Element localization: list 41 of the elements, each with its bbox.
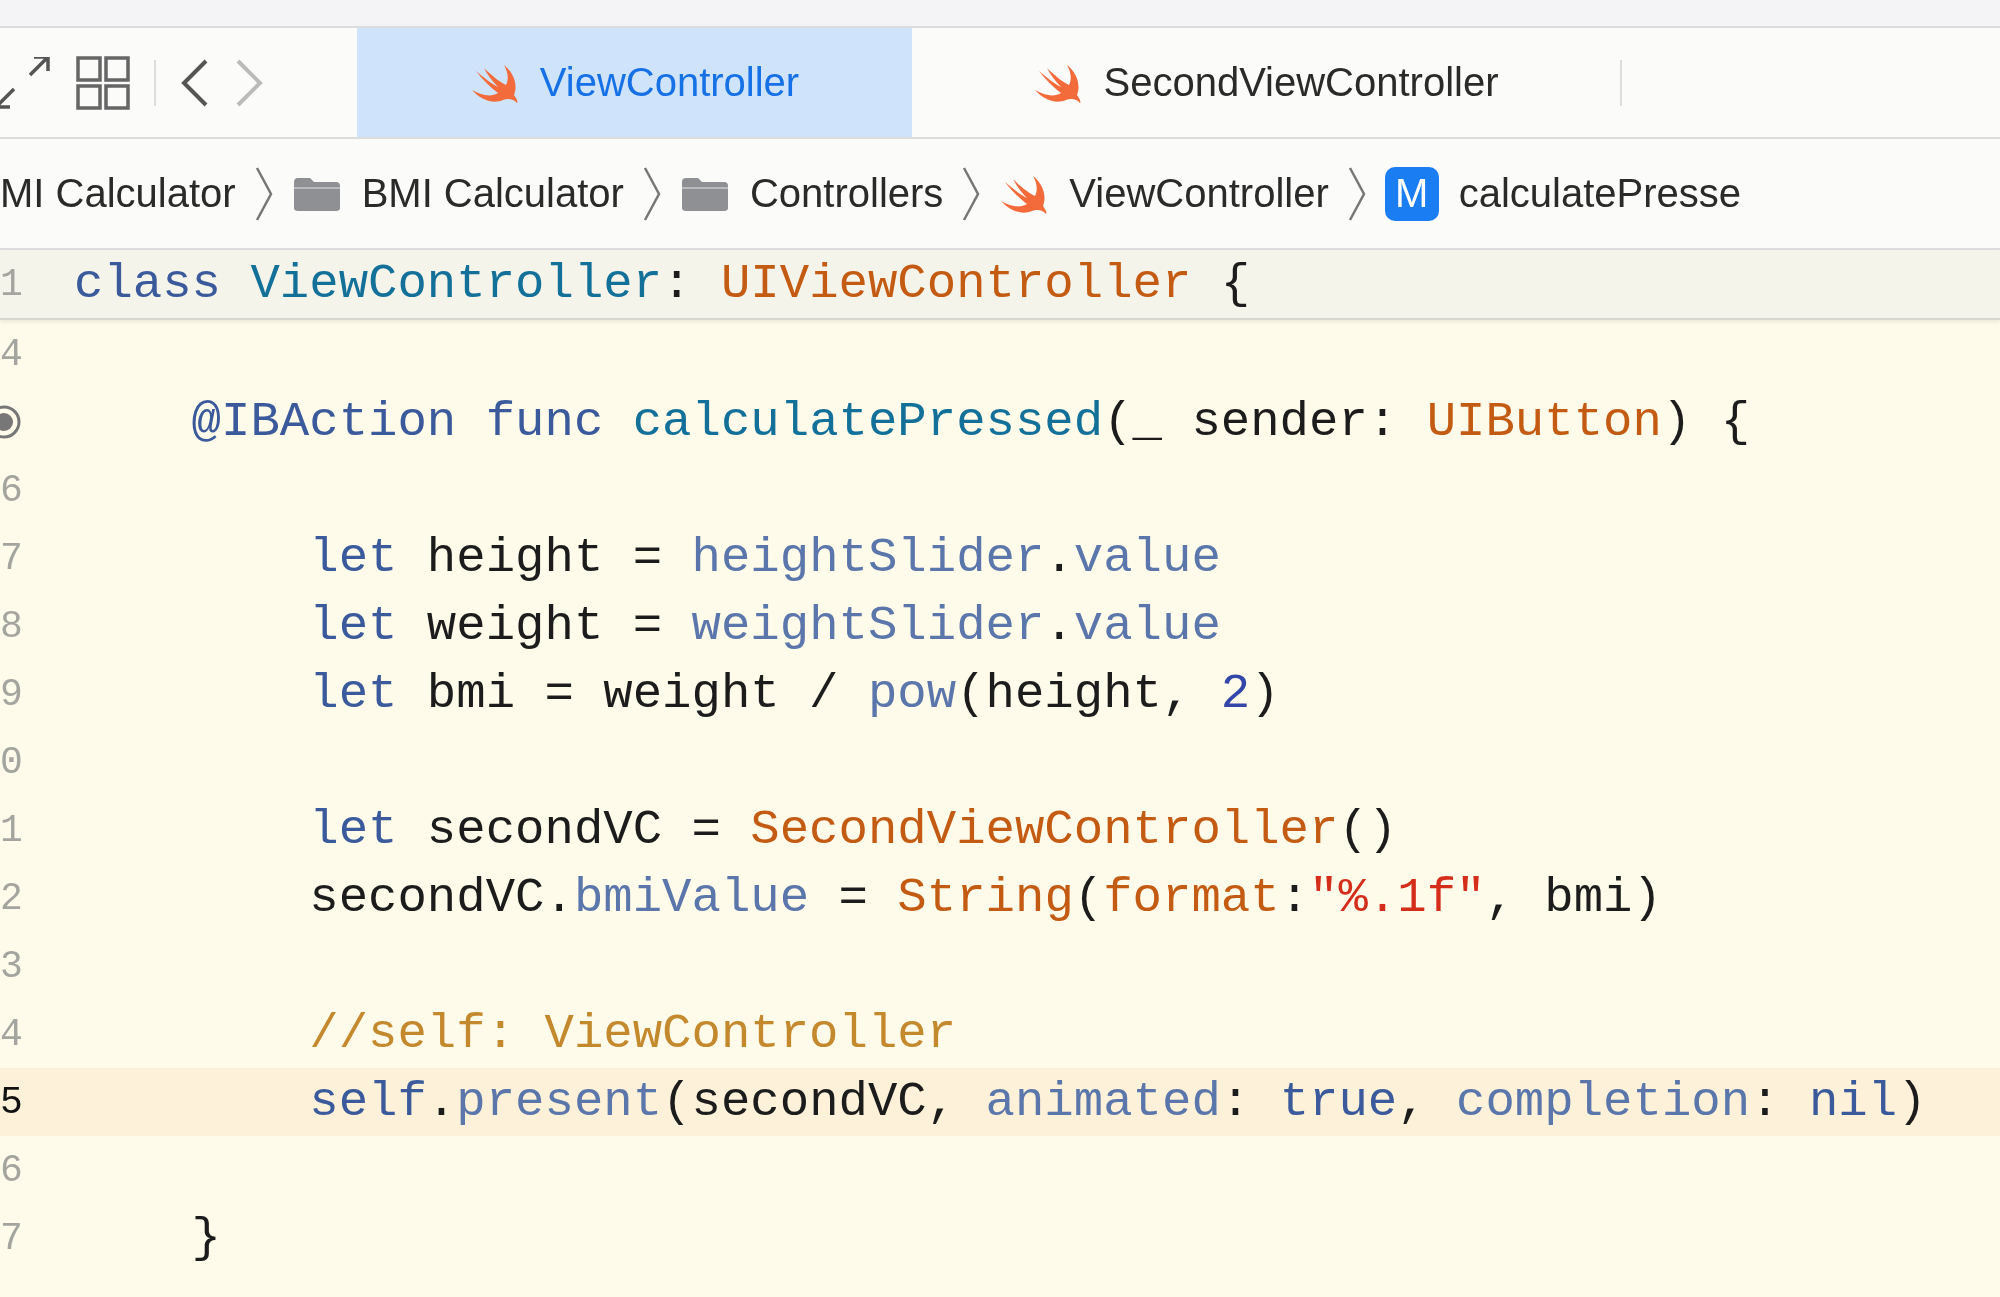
method-badge: M — [1384, 166, 1439, 221]
code-line: class ViewController: UIViewController { — [74, 255, 1251, 314]
back-icon[interactable] — [180, 57, 210, 108]
folder-icon — [291, 175, 342, 212]
line-number: 5 — [0, 1080, 23, 1124]
breadcrumb-item[interactable]: MI Calculator — [0, 171, 236, 216]
code-line: } — [190, 1209, 222, 1268]
chevron-icon — [961, 165, 982, 222]
line-number: 4 — [0, 1012, 23, 1056]
code-line: let bmi = weight / pow(height, 2) — [308, 665, 1280, 724]
chevron-icon — [1346, 165, 1367, 222]
breadcrumb-item[interactable]: BMI Calculator — [291, 171, 624, 216]
code-line: //self: ViewController — [308, 1005, 957, 1064]
code-line: self.present(secondVC, animated: true, completion: nil) — [308, 1073, 1927, 1132]
breadcrumb-item[interactable]: Controllers — [679, 171, 944, 216]
line-number: 8 — [0, 604, 23, 648]
line-number: 2 — [0, 876, 23, 920]
code-line: let height = heightSlider.value — [308, 529, 1221, 588]
chevron-icon — [253, 165, 274, 222]
line-number: 4 — [0, 332, 23, 376]
code-line: let secondVC = SecondViewController() — [308, 801, 1398, 860]
chevron-icon — [641, 165, 662, 222]
line-number: 6 — [0, 1148, 23, 1192]
code-line: let weight = weightSlider.value — [308, 597, 1221, 656]
breadcrumb-item[interactable]: M calculatePresse — [1384, 166, 1742, 221]
code-line: @IBAction func calculatePressed(_ sender: UIButton) { — [190, 393, 1751, 452]
code-line: secondVC.bmiValue = String(format:"%.1f", bmi) — [308, 869, 1662, 928]
line-number: 7 — [0, 1216, 23, 1260]
expand-icon[interactable] — [0, 56, 52, 109]
line-number: 1 — [0, 808, 23, 852]
line-number: 6 — [0, 468, 23, 512]
line-number: 9 — [0, 672, 23, 716]
line-number: 1 — [0, 262, 24, 306]
editor-tab[interactable]: SecondViewController — [912, 28, 1620, 137]
line-number: 0 — [0, 740, 23, 784]
folder-icon — [679, 175, 730, 212]
line-number: 7 — [0, 536, 23, 580]
grid-icon[interactable] — [76, 55, 130, 110]
line-number: 3 — [0, 944, 23, 988]
breadcrumb-item[interactable]: ViewController — [999, 171, 1329, 216]
editor-tab[interactable]: ViewController — [357, 28, 912, 137]
